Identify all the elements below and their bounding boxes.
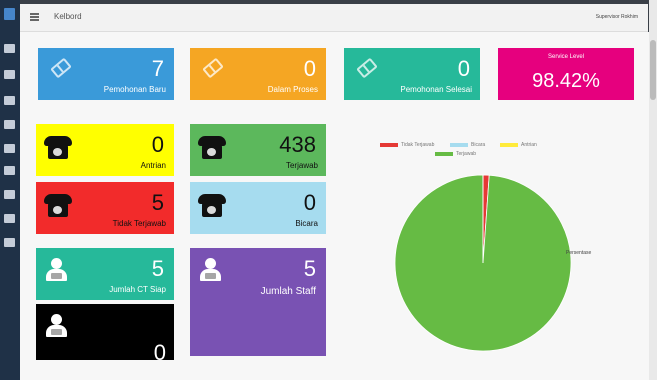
ticket-icon[interactable] bbox=[4, 70, 15, 79]
phone-icon bbox=[44, 194, 72, 218]
tile-terjawab[interactable]: 438 Terjawab bbox=[190, 124, 326, 176]
tile-value: 0 bbox=[153, 340, 166, 360]
dashboard-icon[interactable] bbox=[4, 8, 15, 20]
legend-item: Terjawab bbox=[435, 151, 476, 157]
home-icon[interactable] bbox=[4, 44, 15, 53]
tile-bicara[interactable]: 0 Bicara bbox=[190, 182, 326, 234]
tile-value: 0 bbox=[151, 132, 164, 157]
tile-value: 5 bbox=[151, 256, 164, 281]
person-icon bbox=[46, 314, 68, 338]
tools-icon[interactable] bbox=[4, 214, 15, 223]
tile-label: Tidak Terjawab bbox=[112, 219, 166, 228]
tile-value: 0 bbox=[457, 56, 470, 81]
phone-icon bbox=[198, 194, 226, 218]
tile-label: Dalam Proses bbox=[267, 85, 318, 94]
pie-slice-label: Persentase bbox=[566, 250, 592, 256]
legend-item: Bicara bbox=[450, 142, 485, 148]
tile-label: Service Level bbox=[547, 54, 585, 60]
logout-icon[interactable] bbox=[4, 238, 15, 247]
ticket-icon bbox=[50, 57, 72, 79]
tile-label: Antrian bbox=[140, 161, 166, 170]
page-title: Kelbord bbox=[54, 12, 82, 21]
tile-label: Terjawab bbox=[285, 161, 318, 170]
list-icon[interactable] bbox=[4, 96, 15, 105]
phone-icon bbox=[198, 136, 226, 160]
settings-icon[interactable] bbox=[4, 190, 15, 199]
tile-istirahat[interactable]: 0 bbox=[36, 304, 174, 360]
tile-value: 5 bbox=[151, 190, 164, 215]
scrollbar[interactable] bbox=[649, 0, 657, 380]
phone-icon bbox=[44, 136, 72, 160]
ticket-icon bbox=[356, 57, 378, 79]
tile-label: Jumlah CT Siap bbox=[109, 285, 166, 294]
report-icon[interactable] bbox=[4, 166, 15, 175]
tile-tidak-terjawab[interactable]: 5 Tidak Terjawab bbox=[36, 182, 174, 234]
tile-value: 98.42% bbox=[532, 70, 600, 92]
tile-jumlah-staff[interactable]: 5 Jumlah Staff bbox=[190, 248, 326, 356]
screen: Kelbord Supervisor Rokhim 7 Pemohonan Ba… bbox=[0, 0, 657, 380]
topbar: Kelbord Supervisor Rokhim bbox=[20, 4, 648, 32]
ticket-icon bbox=[202, 57, 224, 79]
tile-service-level[interactable]: Service Level 98.42% bbox=[498, 48, 634, 100]
user-menu[interactable]: Supervisor Rokhim bbox=[596, 14, 638, 20]
pie-chart bbox=[394, 174, 572, 352]
sidebar bbox=[0, 0, 20, 380]
menu-icon[interactable] bbox=[30, 13, 39, 21]
tile-permohonan-baru[interactable]: 7 Pemohonan Baru bbox=[38, 48, 174, 100]
users-icon[interactable] bbox=[4, 144, 15, 153]
phone-icon[interactable] bbox=[4, 120, 15, 129]
dashboard-content: 7 Pemohonan Baru 0 Dalam Proses 0 Pemoho… bbox=[20, 32, 650, 380]
legend-item: Tidak Terjawab bbox=[380, 142, 434, 148]
tile-dalam-proses[interactable]: 0 Dalam Proses bbox=[190, 48, 326, 100]
person-icon bbox=[200, 258, 222, 282]
tile-value: 0 bbox=[303, 190, 316, 215]
tile-label: Bicara bbox=[295, 219, 318, 228]
scrollbar-thumb[interactable] bbox=[650, 40, 656, 100]
tile-label: Pemohonan Selesai bbox=[400, 85, 472, 94]
legend-item: Antrian bbox=[500, 142, 537, 148]
tile-label: Jumlah Staff bbox=[260, 286, 316, 297]
tile-jumlah-ct-siap[interactable]: 5 Jumlah CT Siap bbox=[36, 248, 174, 300]
tile-value: 7 bbox=[151, 56, 164, 81]
tile-permohonan-selesai[interactable]: 0 Pemohonan Selesai bbox=[344, 48, 480, 100]
tile-value: 5 bbox=[303, 256, 316, 281]
tile-label: Pemohonan Baru bbox=[103, 85, 166, 94]
person-icon bbox=[46, 258, 68, 282]
tile-value: 0 bbox=[303, 56, 316, 81]
tile-value: 438 bbox=[279, 132, 316, 157]
tile-antrian[interactable]: 0 Antrian bbox=[36, 124, 174, 176]
